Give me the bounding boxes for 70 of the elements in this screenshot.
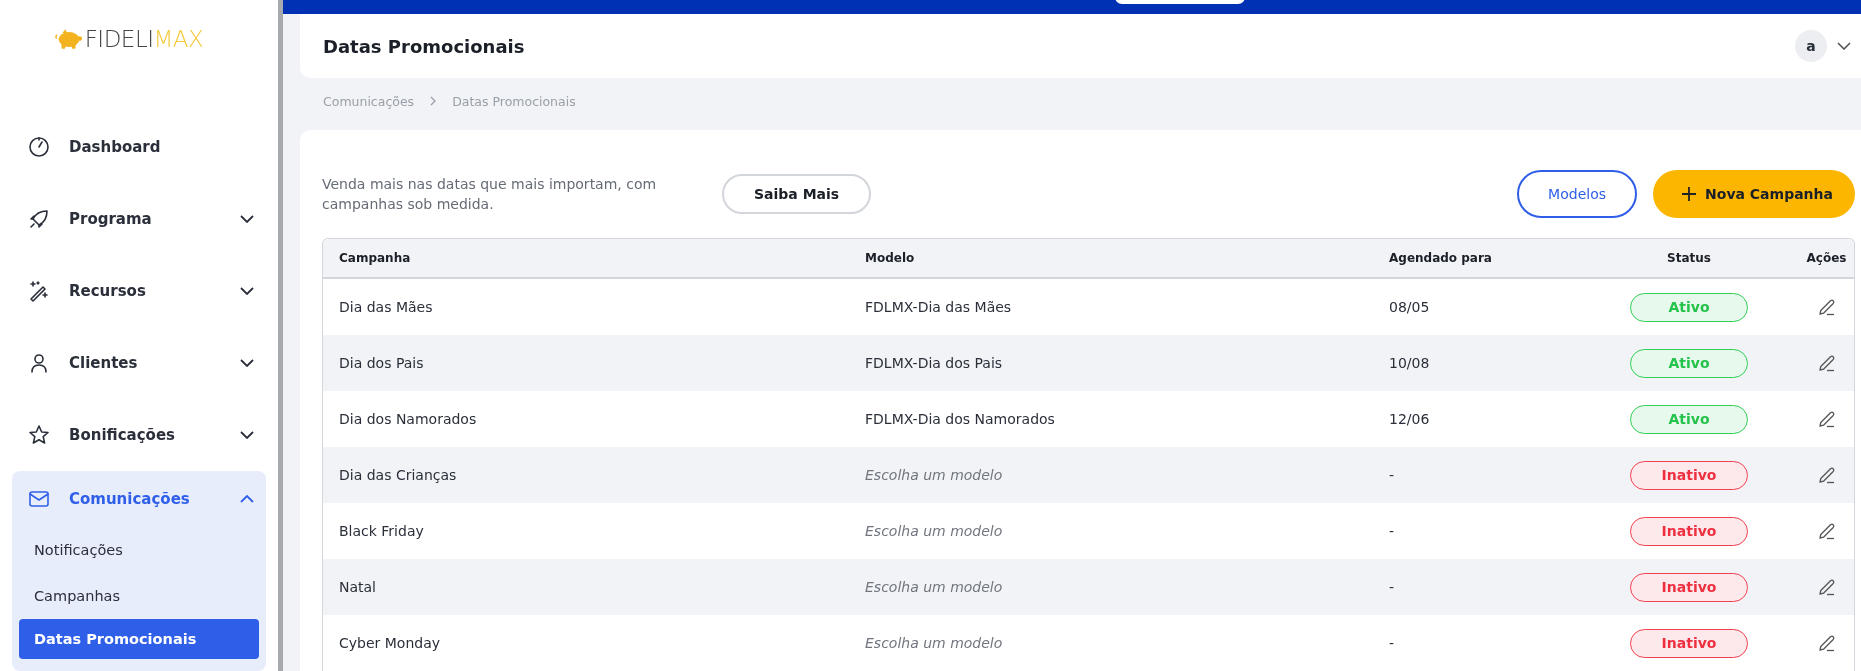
nav-subitem[interactable]: Datas Promocionais	[19, 619, 259, 659]
edit-icon[interactable]	[1817, 634, 1836, 652]
breadcrumb-item: Datas Promocionais	[452, 93, 576, 109]
chevron-right-icon	[430, 96, 437, 106]
table-cell-text: -	[1389, 467, 1396, 483]
table-cell-text: 12/06	[1389, 411, 1431, 427]
table-cell-text: Dia das Crianças	[338, 467, 458, 483]
status-badge: Ativo	[1630, 404, 1748, 434]
gauge-icon	[27, 135, 51, 159]
intro-text: Venda mais nas datas que mais importam, com campanhas sob medida.	[322, 174, 658, 214]
plus-icon	[1681, 186, 1698, 202]
nav-item[interactable]: Clientes	[12, 327, 266, 399]
edit-icon[interactable]	[1817, 466, 1836, 484]
learn-more-button[interactable]: Saiba Mais	[722, 174, 872, 214]
piggy-bank-icon	[54, 28, 83, 49]
table-cell-text: Dia das Mães	[338, 299, 434, 315]
chevron-down-icon	[240, 359, 254, 367]
nav-item[interactable]: Dashboard	[12, 111, 266, 183]
table-cell-text: Escolha um modelo	[865, 635, 1004, 651]
page-title: Datas Promocionais	[323, 35, 526, 57]
magic-wand-icon	[27, 279, 51, 303]
table-cell-text: FDLMX-Dia das Mães	[865, 299, 1013, 315]
edit-icon[interactable]	[1817, 354, 1836, 372]
status-badge: Inativo	[1630, 460, 1748, 490]
edit-icon[interactable]	[1817, 298, 1836, 316]
chevron-up-icon	[240, 495, 254, 503]
chevron-down-icon[interactable]	[1837, 42, 1851, 50]
nav-item[interactable]: Programa	[12, 183, 266, 255]
nav-item[interactable]: Bonificações	[12, 399, 266, 471]
star-icon	[27, 423, 51, 447]
table-cell-text: Escolha um modelo	[865, 523, 1004, 539]
status-badge: Ativo	[1630, 292, 1748, 322]
table-cell-text: 10/08	[1389, 355, 1431, 371]
table-cell-text: -	[1389, 635, 1396, 651]
nav-item[interactable]: Comunicações	[12, 471, 266, 527]
new-campaign-button[interactable]: Nova Campanha	[1653, 170, 1855, 218]
edit-icon[interactable]	[1817, 522, 1836, 540]
nav-item[interactable]: Recursos	[12, 255, 266, 327]
rocket-icon	[27, 207, 51, 231]
column-header: Modelo	[865, 251, 916, 265]
column-header: Agendado para	[1389, 251, 1493, 265]
chevron-down-icon	[240, 215, 254, 223]
avatar[interactable]: a	[1795, 30, 1827, 62]
status-badge: Ativo	[1630, 348, 1748, 378]
chevron-down-icon	[240, 431, 254, 439]
table-cell-text: Escolha um modelo	[865, 579, 1004, 595]
table-cell-text: Cyber Monday	[338, 635, 442, 651]
edit-icon[interactable]	[1817, 578, 1836, 596]
nav-subitem[interactable]: Campanhas	[19, 573, 259, 619]
table-cell-text: -	[1389, 523, 1396, 539]
column-header: Ações	[1805, 251, 1848, 265]
column-header: Status	[1666, 251, 1712, 265]
table-cell-text: Natal	[338, 579, 377, 595]
status-badge: Inativo	[1630, 628, 1748, 658]
table-cell-text: FDLMX-Dia dos Pais	[865, 355, 1004, 371]
table-cell-text: -	[1389, 579, 1396, 595]
status-badge: Inativo	[1630, 572, 1748, 602]
table-cell-text: Dia dos Pais	[338, 355, 425, 371]
edit-icon[interactable]	[1817, 410, 1836, 428]
nav-subitem[interactable]: Notificações	[19, 527, 259, 573]
column-header: Campanha	[338, 251, 412, 265]
table-cell-text: Escolha um modelo	[865, 467, 1004, 483]
table-cell-text: 08/05	[1389, 299, 1431, 315]
table-cell-text: Dia dos Namorados	[338, 411, 478, 427]
models-button[interactable]: Modelos	[1517, 170, 1638, 218]
status-badge: Inativo	[1630, 516, 1748, 546]
logo-text: FIDELI MAX	[84, 25, 204, 52]
table-cell-text: Black Friday	[338, 523, 425, 539]
chevron-down-icon	[240, 287, 254, 295]
table-cell-text: FDLMX-Dia dos Namorados	[865, 411, 1056, 427]
